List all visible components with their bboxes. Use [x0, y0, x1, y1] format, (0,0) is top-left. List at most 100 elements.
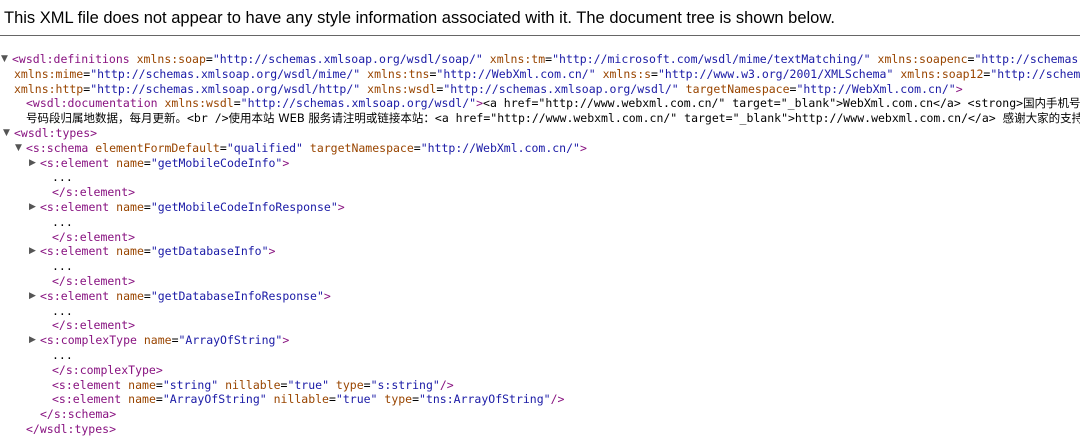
collapse-triangle-icon[interactable]: ▶: [28, 289, 37, 304]
xml-line-content: <wsdl:documentation xmlns:wsdl="http://s…: [26, 96, 1080, 111]
xml-attribute-value: "http://schemas.xmlsoap.org/wsdl/mime/": [90, 66, 361, 81]
xml-line-content: <s:element name="getMobileCodeInfoRespon…: [40, 200, 345, 215]
xml-tree-line: <s:element name="string" nillable="true"…: [0, 378, 1080, 393]
xml-text: 国内手机号码归属地查询WEB服务: [1023, 96, 1080, 111]
xml-tree-line: </s:element>: [0, 185, 1080, 200]
collapse-triangle-icon[interactable]: ▶: [28, 333, 37, 348]
xml-text: =: [363, 377, 371, 392]
xml-attribute-value: "qualified": [226, 140, 303, 155]
xml-text: =: [143, 288, 151, 303]
xml-tag: <s:element: [52, 392, 122, 407]
xml-tag: </s:element>: [52, 273, 136, 288]
xml-tag: <s:element: [40, 155, 110, 170]
xml-text: 号码段归属地数据，每月更新。: [26, 111, 187, 126]
xml-line-content: <s:complexType name="ArrayOfString">: [40, 333, 289, 348]
xml-attribute-value: "http://www.w3.org/2001/XMLSchema": [657, 66, 894, 81]
xml-line-content: ...: [52, 304, 73, 319]
xml-text: =: [233, 96, 241, 111]
xml-text: =: [143, 199, 151, 214]
xml-document-tree: ▼ <wsdl:definitions xmlns:soap="http://sc…: [0, 52, 1080, 437]
xml-tag: <s:complexType: [40, 333, 137, 348]
xml-attribute-value: "tns:ArrayOfString": [419, 392, 551, 407]
xml-attribute-name: xmlns:wsdl: [360, 81, 437, 96]
xml-attribute-value: "http://WebXml.com.cn/": [436, 66, 596, 81]
xml-text: ...: [52, 170, 73, 185]
expand-triangle-icon[interactable]: ▼: [2, 126, 11, 141]
xml-attribute-name: name: [109, 155, 144, 170]
collapse-triangle-icon[interactable]: ▶: [28, 156, 37, 171]
xml-attribute-name: xmlns:soap: [129, 52, 206, 66]
xml-attribute-name: targetNamespace: [302, 140, 414, 155]
xml-text: =: [205, 52, 213, 66]
xml-tag: <s:element: [40, 244, 110, 259]
xml-attribute-name: xmlns:tns: [360, 66, 430, 81]
xml-tag: >: [282, 155, 290, 170]
xml-tag: >: [476, 96, 484, 111]
xml-line-content: <s:element name="string" nillable="true"…: [52, 378, 454, 393]
xml-line-content: </s:element>: [52, 230, 135, 245]
xml-text: ...: [52, 214, 73, 229]
xml-tree-line: </s:element>: [0, 274, 1080, 289]
xml-attribute-value: "getDatabaseInfo": [150, 244, 269, 259]
xml-attribute-value: "true": [287, 377, 329, 392]
xml-attribute-value: "http://microsoft.com/wsdl/mime/textMatc…: [552, 52, 871, 66]
xml-text: ...: [52, 347, 73, 362]
xml-tree-line: ▶ <s:element name="getDatabaseInfo">: [0, 244, 1080, 259]
xml-attribute-name: xmlns:mime: [14, 66, 84, 81]
xml-attribute-value: "http://schemas.xmlsoap.org/wsdl/soap12/…: [990, 66, 1080, 81]
expand-triangle-icon[interactable]: ▼: [0, 52, 9, 67]
expand-triangle-icon[interactable]: ▼: [14, 141, 23, 156]
xml-line-content: ...: [52, 259, 73, 274]
xml-tag: </s:element>: [52, 185, 136, 200]
xml-line-content: <wsdl:types>: [14, 126, 97, 141]
xml-attribute-value: "http://WebXml.com.cn/": [796, 81, 956, 96]
xml-tree-line: </s:complexType>: [0, 363, 1080, 378]
xml-text: ...: [52, 259, 73, 274]
xml-attribute-name: name: [121, 377, 156, 392]
xml-tree-line: xmlns:mime = "http://schemas.xmlsoap.org/w…: [0, 67, 1080, 82]
xml-tree-line: ▶ <s:element name="getDatabaseInfoRespons…: [0, 289, 1080, 304]
xml-line-content: </s:complexType>: [52, 363, 163, 378]
xml-line-content: <wsdl:definitions xmlns:soap="http://sch…: [12, 52, 1080, 67]
xml-text: <a href="http://www.webxml.com.cn/" targ…: [434, 111, 1003, 126]
xml-tree-line: ...: [0, 348, 1080, 363]
no-style-info-banner: This XML file does not appear to have an…: [0, 0, 1080, 36]
xml-attribute-name: xmlns:soap12: [893, 66, 984, 81]
xml-text: =: [651, 66, 658, 81]
xml-tree-line: ...: [0, 304, 1080, 319]
xml-attribute-value: "getMobileCodeInfo": [150, 155, 283, 170]
xml-tree-line: ▼ <wsdl:types>: [0, 126, 1080, 141]
xml-attribute-name: elementFormDefault: [88, 140, 220, 155]
xml-tag: </s:schema>: [40, 407, 117, 422]
xml-attribute-name: type: [377, 392, 413, 407]
xml-attribute-value: "getDatabaseInfoResponse": [150, 288, 324, 303]
xml-attribute-name: xmlns:tm: [482, 52, 546, 66]
collapse-triangle-icon[interactable]: ▶: [28, 200, 37, 215]
xml-line-content: </wsdl:types>: [26, 422, 116, 437]
xml-line-content: <s:element name="getDatabaseInfo">: [40, 244, 275, 259]
xml-line-content: <s:schema elementFormDefault="qualified"…: [26, 141, 587, 156]
xml-tag: >: [282, 333, 290, 348]
xml-attribute-name: xmlns:http: [14, 81, 84, 96]
xml-attribute-value: "ArrayOfString": [162, 392, 267, 407]
xml-line-content: <s:element name="getDatabaseInfoResponse…: [40, 289, 331, 304]
xml-tree-line: </s:element>: [0, 318, 1080, 333]
xml-line-content: ...: [52, 348, 73, 363]
xml-tag: >: [955, 81, 963, 96]
xml-attribute-value: "s:string": [370, 377, 440, 392]
xml-line-content: </s:element>: [52, 274, 135, 289]
xml-attribute-name: xmlns:soapenc: [870, 52, 968, 66]
xml-text: =: [143, 155, 151, 170]
xml-text: =: [155, 377, 163, 392]
xml-tag: </s:element>: [52, 318, 136, 333]
xml-tag: <s:schema: [26, 140, 89, 155]
xml-text: =: [143, 244, 151, 259]
xml-attribute-value: "http://WebXml.com.cn/": [420, 140, 580, 155]
xml-tag: <wsdl:types>: [14, 125, 98, 140]
xml-tree-line: ...: [0, 259, 1080, 274]
xml-attribute-value: "getMobileCodeInfoResponse": [150, 199, 338, 214]
xml-tag: />: [439, 377, 454, 392]
collapse-triangle-icon[interactable]: ▶: [28, 244, 37, 259]
xml-attribute-value: "http://schemas.xmlsoap.org/wsdl/": [240, 96, 477, 111]
xml-tag: </s:element>: [52, 229, 136, 244]
